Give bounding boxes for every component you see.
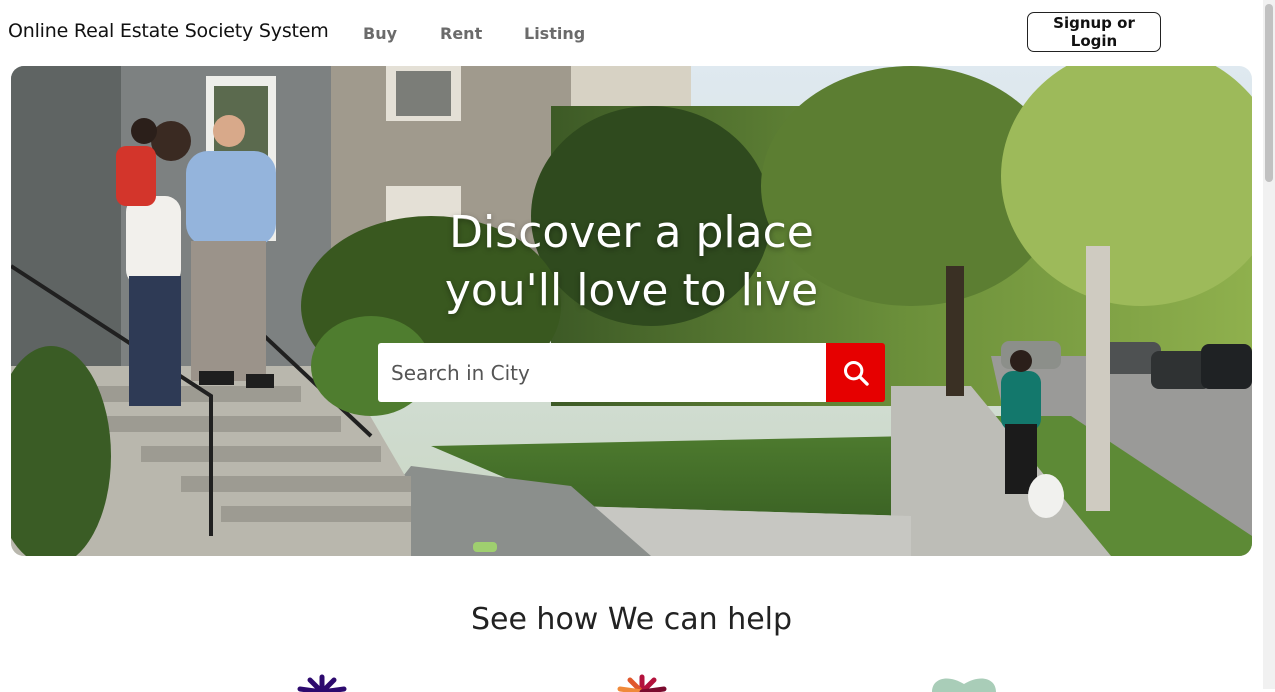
hero-banner: Discover a place you'll love to live xyxy=(11,66,1252,556)
top-navbar: Online Real Estate Society System Buy Re… xyxy=(0,0,1263,66)
search-icon xyxy=(843,360,869,386)
nav-buy-link[interactable]: Buy xyxy=(363,24,397,43)
scrollbar-thumb[interactable] xyxy=(1265,4,1273,182)
brand-title[interactable]: Online Real Estate Society System xyxy=(8,20,329,42)
city-search-bar xyxy=(378,343,885,402)
burst-icon-purple xyxy=(297,674,347,692)
help-section-title: See how We can help xyxy=(470,602,793,637)
nav-rent-link[interactable]: Rent xyxy=(440,24,482,43)
page-scrollbar[interactable] xyxy=(1263,0,1275,689)
hero-heading-line-1: Discover a place xyxy=(449,207,814,258)
burst-icon-red xyxy=(617,674,667,692)
city-search-input[interactable] xyxy=(378,343,826,402)
signup-login-button[interactable]: Signup or Login xyxy=(1027,12,1161,52)
search-button[interactable] xyxy=(826,343,885,402)
nav-listing-link[interactable]: Listing xyxy=(524,24,585,43)
heart-icon-green xyxy=(932,678,996,692)
hero-heading-line-2: you'll love to live xyxy=(444,265,819,316)
